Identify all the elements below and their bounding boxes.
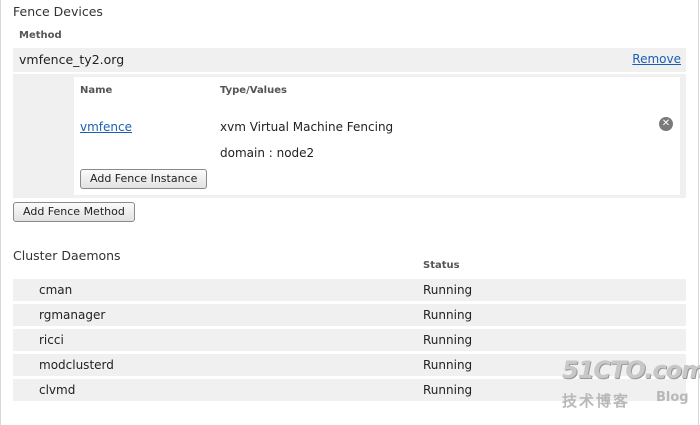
daemon-name: cman	[39, 283, 73, 297]
daemon-status: Running	[423, 308, 473, 322]
instance-type-header: Type/Values	[220, 85, 287, 96]
fence-instance-type: xvm Virtual Machine Fencing	[220, 120, 394, 134]
fence-method-name: vmfence_ty2.org	[19, 52, 125, 67]
daemon-row: cman Running	[13, 279, 686, 301]
fence-instance-link[interactable]: vmfence	[80, 120, 132, 134]
daemon-row: ricci Running	[13, 329, 686, 351]
watermark-blog: Blog	[656, 390, 689, 405]
site-watermark: 51CTO.com 技术博客 Blog	[562, 356, 700, 416]
cluster-daemons-title: Cluster Daemons	[13, 248, 121, 263]
add-fence-instance-button[interactable]: Add Fence Instance	[80, 169, 208, 189]
method-column-header: Method	[19, 30, 62, 41]
instance-name-header: Name	[80, 85, 113, 96]
daemon-row: rgmanager Running	[13, 304, 686, 326]
daemon-status: Running	[423, 333, 473, 347]
status-column-header: Status	[423, 260, 460, 271]
fence-instance-area: Name Type/Values vmfence xvm Virtual Mac…	[13, 74, 686, 198]
fence-method-row: vmfence_ty2.org Remove	[13, 48, 686, 72]
daemon-status: Running	[423, 383, 473, 397]
watermark-subtitle: 技术博客	[562, 392, 631, 410]
remove-method-link[interactable]: Remove	[632, 52, 681, 66]
daemon-status: Running	[423, 283, 473, 297]
fence-instance-value: domain : node2	[220, 146, 315, 160]
daemon-name: rgmanager	[39, 308, 106, 322]
close-circle-icon[interactable]: ✕	[659, 117, 673, 131]
daemon-name: ricci	[39, 333, 64, 347]
daemon-name: modclusterd	[39, 358, 114, 372]
daemon-name: clvmd	[39, 383, 76, 397]
fence-instance-panel: Name Type/Values vmfence xvm Virtual Mac…	[74, 77, 680, 195]
add-fence-method-button[interactable]: Add Fence Method	[13, 202, 135, 222]
fence-devices-title: Fence Devices	[13, 4, 103, 19]
watermark-logo: 51CTO.com	[562, 356, 700, 384]
daemon-status: Running	[423, 358, 473, 372]
